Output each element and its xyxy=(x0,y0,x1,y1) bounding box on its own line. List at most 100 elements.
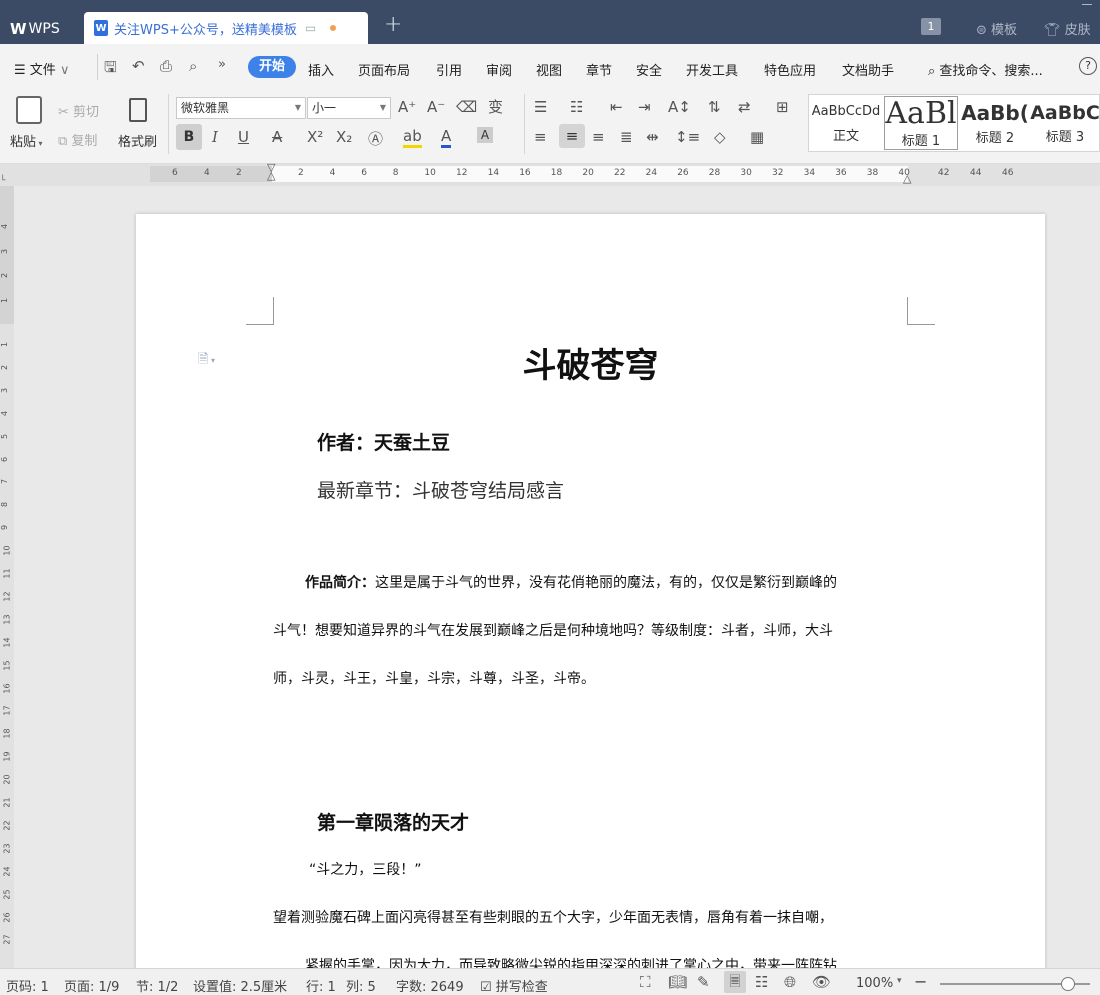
style-heading-1[interactable]: AaBl 标题 1 xyxy=(884,96,958,150)
tab-security[interactable]: 安全 xyxy=(636,60,662,79)
tab-page-layout[interactable]: 页面布局 xyxy=(358,60,410,79)
zoom-level[interactable]: 100% xyxy=(856,976,893,991)
status-wordcount[interactable]: 字数: 2649 xyxy=(396,976,464,995)
new-tab-button[interactable]: + xyxy=(384,12,402,37)
bullet-list-icon[interactable]: ☰ xyxy=(534,98,547,116)
borders-icon[interactable]: ▦ xyxy=(750,128,764,146)
shading-icon[interactable]: ◇ xyxy=(714,128,726,146)
style-normal[interactable]: AaBbCcDd 正文 xyxy=(809,96,883,150)
tab-references[interactable]: 引用 xyxy=(436,60,462,79)
first-line-indent-marker[interactable]: ▽ △ xyxy=(267,162,275,181)
strikethrough-button[interactable]: A xyxy=(272,128,282,146)
eye-protection-icon[interactable]: 👁︎ xyxy=(812,973,831,991)
tab-insert[interactable]: 插入 xyxy=(308,60,334,79)
clipboard-icon[interactable] xyxy=(16,96,42,124)
style-heading-2[interactable]: AaBb( 标题 2 xyxy=(958,96,1032,150)
font-name-select[interactable]: 微软雅黑 ▼ xyxy=(176,97,306,119)
tab-doc-assistant[interactable]: 文档助手 xyxy=(842,60,894,79)
font-size-select[interactable]: 小一 ▼ xyxy=(307,97,391,119)
tab-section[interactable]: 章节 xyxy=(586,60,612,79)
document-tab[interactable]: W 关注WPS+公众号，送精美模板 ▭ xyxy=(84,12,368,44)
zoom-slider-thumb[interactable] xyxy=(1060,977,1075,991)
decrease-indent-icon[interactable]: ⇤ xyxy=(610,98,623,116)
phonetic-guide-icon[interactable]: 变 xyxy=(488,96,503,117)
web-view-icon[interactable]: 🌐︎ xyxy=(784,973,796,991)
line-spacing-icon[interactable]: ↕≡ xyxy=(675,128,700,146)
shrink-font-icon[interactable]: A⁻ xyxy=(427,98,445,116)
document-title[interactable]: 斗破苍穹 xyxy=(136,338,1045,387)
tab-view[interactable]: 视图 xyxy=(536,60,562,79)
zoom-dropdown-icon[interactable]: ▾ xyxy=(897,976,902,986)
grow-font-icon[interactable]: A⁺ xyxy=(398,98,416,116)
outline-view-icon[interactable]: ☷ xyxy=(755,973,768,991)
right-indent-marker[interactable]: △ xyxy=(903,172,911,185)
tab-review[interactable]: 审阅 xyxy=(486,60,512,79)
superscript-button[interactable]: X² xyxy=(307,128,323,146)
align-center-icon[interactable]: ≡ xyxy=(559,124,585,148)
paste-button[interactable]: 粘贴 ▾ xyxy=(10,131,43,150)
document-page[interactable]: 🗎︎ ▾ 斗破苍穹 作者：天蚕土豆 最新章节：斗破苍穹结局感言 作品简介：这里是… xyxy=(136,214,1045,974)
zoom-slider-track[interactable] xyxy=(940,977,1090,991)
intro-paragraph-line-3[interactable]: 师，斗灵，斗王，斗皇，斗宗，斗尊，斗圣，斗帝。 xyxy=(273,668,595,688)
tab-developer-tools[interactable]: 开发工具 xyxy=(686,60,738,79)
sort-icon[interactable]: ⇅ xyxy=(708,98,721,116)
align-right-icon[interactable]: ≡ xyxy=(592,128,605,146)
numbered-list-icon[interactable]: ☷ xyxy=(570,98,583,116)
tab-stop-selector-icon[interactable]: └ xyxy=(0,176,5,186)
minimize-icon[interactable] xyxy=(1082,4,1092,5)
print-preview-icon[interactable]: ⌕ xyxy=(189,57,197,75)
print-icon[interactable]: ⎙ xyxy=(160,57,172,75)
increase-indent-icon[interactable]: ⇥ xyxy=(638,98,651,116)
copy-button[interactable]: ⧉ 复制 xyxy=(58,130,97,149)
asian-layout-icon[interactable]: A↕ xyxy=(668,98,691,116)
distribute-icon[interactable]: ⇹ xyxy=(646,128,659,146)
command-search[interactable]: ⌕ 查找命令、搜索... xyxy=(928,60,1043,79)
monitor-icon[interactable]: ▭ xyxy=(305,21,316,35)
format-painter-label[interactable]: 格式刷 xyxy=(118,131,157,150)
font-color-button[interactable]: A xyxy=(441,127,452,148)
save-icon[interactable]: 🖫︎ xyxy=(104,57,117,82)
fullscreen-icon[interactable]: ⛶ xyxy=(640,973,651,991)
italic-button[interactable]: I xyxy=(212,128,218,146)
clear-format-icon[interactable]: ⌫ xyxy=(456,98,477,116)
page-view-icon[interactable]: 🗏︎ xyxy=(724,971,746,993)
quote-line[interactable]: “斗之力，三段！” xyxy=(309,859,422,879)
help-icon[interactable]: ? xyxy=(1079,57,1097,75)
chapter-heading[interactable]: 第一章陨落的天才 xyxy=(317,808,469,835)
tab-special-apps[interactable]: 特色应用 xyxy=(764,60,816,79)
tab-start[interactable]: 开始 xyxy=(248,56,296,78)
undo-icon[interactable]: ↶ xyxy=(132,57,145,75)
status-page[interactable]: 页面: 1/9 xyxy=(64,976,119,995)
underline-button[interactable]: U xyxy=(238,128,249,146)
zoom-out-button[interactable]: − xyxy=(914,972,927,991)
write-mode-icon[interactable]: ✎ xyxy=(697,973,710,991)
cut-button[interactable]: ✂ 剪切 xyxy=(58,101,99,120)
style-heading-3[interactable]: AaBbC 标题 3 xyxy=(1030,96,1100,150)
status-section[interactable]: 节: 1/2 xyxy=(136,976,178,995)
latest-chapter-line[interactable]: 最新章节：斗破苍穹结局感言 xyxy=(317,476,564,503)
justify-icon[interactable]: ≣ xyxy=(620,128,633,146)
author-line[interactable]: 作者：天蚕土豆 xyxy=(317,428,450,455)
spellcheck-button[interactable]: ☑ 拼写检查 xyxy=(480,976,548,995)
templates-button[interactable]: ⊜ 模板 xyxy=(976,19,1017,38)
highlight-button[interactable]: ab xyxy=(403,127,422,148)
file-menu[interactable]: ☰ 文件 ∨ xyxy=(14,59,69,78)
intro-paragraph-line-2[interactable]: 斗气！想要知道异界的斗气在发展到巅峰之后是何种境地吗？等级制度：斗者，斗师，大斗 xyxy=(273,620,833,640)
text-direction-icon[interactable]: ⇄ xyxy=(738,98,751,116)
subscript-button[interactable]: X₂ xyxy=(336,128,352,146)
body-paragraph-line-1[interactable]: 望着测验魔石碑上面闪亮得甚至有些刺眼的五个大字，少年面无表情，唇角有着一抹自嘲， xyxy=(273,907,833,927)
show-marks-icon[interactable]: ⊞ xyxy=(776,98,789,116)
reading-mode-icon[interactable]: 📖︎ xyxy=(668,973,687,991)
status-page-code[interactable]: 页码: 1 xyxy=(6,976,49,995)
more-quick-access-icon[interactable]: » xyxy=(218,57,226,72)
skin-button[interactable]: 👕︎ 皮肤 xyxy=(1044,19,1091,38)
char-shading-button[interactable]: A xyxy=(477,127,493,143)
text-effect-button[interactable]: Ⓐ xyxy=(368,128,383,149)
align-left-icon[interactable]: ≡ xyxy=(534,128,547,146)
intro-paragraph-line-1[interactable]: 作品简介：这里是属于斗气的世界，没有花俏艳丽的魔法，有的，仅仅是繁衍到巅峰的 xyxy=(305,572,837,592)
format-painter-icon[interactable] xyxy=(129,98,147,122)
wps-home-tab[interactable]: W WPS xyxy=(0,14,80,44)
window-count-badge[interactable]: 1 xyxy=(921,18,941,35)
bold-button[interactable]: B xyxy=(176,124,202,150)
status-setting[interactable]: 设置值: 2.5厘米 xyxy=(193,976,287,995)
